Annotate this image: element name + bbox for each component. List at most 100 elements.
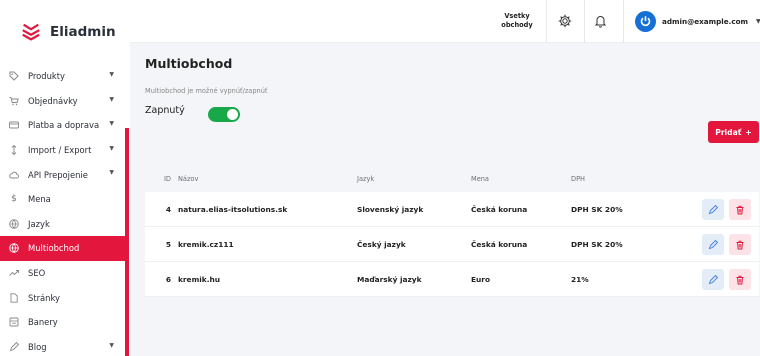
sidebar-item-label: Objednávky xyxy=(28,95,78,106)
cell-lang: Český jazyk xyxy=(357,239,406,249)
topbar-divider xyxy=(623,0,624,43)
sidebar-item-api-prepojenie[interactable]: API Prepojenie ▼ xyxy=(0,162,126,187)
sidebar-item-multiobchod[interactable]: Multiobchod xyxy=(0,236,126,261)
cell-name: kremik.cz111 xyxy=(178,239,234,249)
globe-icon xyxy=(9,219,19,229)
trash-icon xyxy=(736,240,744,249)
add-button-label: Pridať xyxy=(715,127,742,137)
table-row: 5 kremik.cz111 Český jazyk Česká koruna … xyxy=(145,227,759,262)
user-menu[interactable]: admin@example.com ▼ xyxy=(635,11,760,32)
power-icon xyxy=(640,16,651,27)
sidebar-item-produkty[interactable]: Produkty ▼ xyxy=(0,64,126,89)
cell-id: 4 xyxy=(165,204,171,214)
sidebar-scrollbar[interactable] xyxy=(125,128,129,356)
sidebar-item-label: Banery xyxy=(28,317,58,328)
sidebar-item-label: Jazyk xyxy=(28,218,50,229)
chevron-down-icon: ▼ xyxy=(109,120,114,128)
notifications-button[interactable] xyxy=(590,11,610,31)
topbar-divider xyxy=(546,0,547,43)
sidebar-item-jazyk[interactable]: Jazyk xyxy=(0,212,126,237)
sidebar-item-seo[interactable]: SEO xyxy=(0,261,126,286)
toggle-label: Zapnutý xyxy=(145,105,185,116)
col-header-id[interactable]: ID xyxy=(145,166,171,192)
col-header-currency[interactable]: Mena xyxy=(471,166,489,192)
gear-icon xyxy=(558,14,572,28)
trash-icon xyxy=(736,205,744,214)
store-switcher[interactable]: Vsetky obchody xyxy=(493,12,541,30)
store-switcher-line1: Vsetky xyxy=(504,12,530,20)
pen-icon xyxy=(9,341,19,352)
settings-button[interactable] xyxy=(555,11,575,31)
sidebar-item-label: Produkty xyxy=(28,71,65,82)
topbar-divider xyxy=(584,0,585,43)
chevron-down-icon: ▼ xyxy=(109,144,114,152)
cell-name: natura.elias-itsolutions.sk xyxy=(178,204,288,214)
toggle-knob xyxy=(227,109,238,120)
table-row: 4 natura.elias-itsolutions.sk Slovenský … xyxy=(145,192,759,227)
page-icon xyxy=(9,292,19,303)
globe-icon xyxy=(9,243,19,254)
col-header-vat[interactable]: DPH xyxy=(571,166,585,192)
sidebar-item-label: Import / Export xyxy=(28,145,92,156)
chevron-down-icon: ▼ xyxy=(109,169,114,177)
edit-button[interactable] xyxy=(702,199,724,220)
tag-icon xyxy=(9,71,19,82)
cell-vat: DPH SK 20% xyxy=(571,239,623,249)
sidebar-item-label: Platba a doprava xyxy=(28,120,100,131)
toggle-hint: Multiobchod je možné vypnúť/zapnúť xyxy=(145,87,268,95)
sidebar: Eliadmin Produkty ▼ Objednávky ▼ Platba … xyxy=(0,0,130,356)
pencil-icon xyxy=(708,204,718,214)
banner-icon xyxy=(9,317,19,327)
cell-lang: Slovenský jazyk xyxy=(357,204,424,214)
card-icon xyxy=(9,120,19,130)
sidebar-item-label: Multiobchod xyxy=(28,243,80,254)
topbar: Vsetky obchody admin@example.com ▼ xyxy=(130,0,760,43)
col-header-name[interactable]: Názov xyxy=(178,166,198,192)
avatar xyxy=(635,11,656,32)
sidebar-item-mena[interactable]: $ Mena xyxy=(0,187,126,212)
chevron-down-icon: ▼ xyxy=(756,18,760,25)
sidebar-item-import-export[interactable]: Import / Export ▼ xyxy=(0,138,126,163)
sidebar-item-label: SEO xyxy=(28,268,46,279)
cell-name: kremik.hu xyxy=(178,274,221,284)
cell-currency: Česká koruna xyxy=(471,239,528,249)
edit-button[interactable] xyxy=(702,269,724,290)
trash-icon xyxy=(736,275,744,284)
cloud-icon xyxy=(9,170,19,180)
logo-icon xyxy=(22,23,40,41)
plus-icon: + xyxy=(745,127,752,137)
cart-icon xyxy=(9,96,19,106)
chevron-down-icon: ▼ xyxy=(109,341,114,349)
sidebar-item-banery[interactable]: Banery xyxy=(0,310,126,335)
sidebar-nav: Produkty ▼ Objednávky ▼ Platba a doprava… xyxy=(0,64,130,356)
page-title: Multiobchod xyxy=(145,56,233,71)
app-name: Eliadmin xyxy=(50,24,116,40)
delete-button[interactable] xyxy=(729,199,751,220)
cell-currency: Euro xyxy=(471,274,491,284)
user-email: admin@example.com xyxy=(662,17,749,26)
pencil-icon xyxy=(708,274,718,284)
sidebar-item-platba-a-doprava[interactable]: Platba a doprava ▼ xyxy=(0,113,126,138)
sidebar-item-objednavky[interactable]: Objednávky ▼ xyxy=(0,89,126,114)
app-logo[interactable]: Eliadmin xyxy=(0,0,130,64)
col-header-lang[interactable]: Jazyk xyxy=(357,166,374,192)
trend-icon xyxy=(9,268,19,278)
sidebar-item-label: Mena xyxy=(28,194,51,205)
sidebar-item-stranky[interactable]: Stránky xyxy=(0,285,126,310)
table-header: ID Názov Jazyk Mena DPH xyxy=(145,166,759,192)
cell-vat: 21% xyxy=(571,274,589,284)
sidebar-item-label: Blog xyxy=(28,341,47,352)
edit-button[interactable] xyxy=(702,234,724,255)
chevron-down-icon: ▼ xyxy=(109,95,114,103)
add-button[interactable]: Pridať + xyxy=(708,121,759,143)
table-row: 6 kremik.hu Maďarský jazyk Euro 21% xyxy=(145,262,759,297)
delete-button[interactable] xyxy=(729,269,751,290)
bell-icon xyxy=(594,16,606,28)
sidebar-item-blog[interactable]: Blog ▼ xyxy=(0,335,126,356)
chevron-down-icon: ▼ xyxy=(109,71,114,78)
multistore-toggle[interactable] xyxy=(208,107,240,122)
stores-table: ID Názov Jazyk Mena DPH 4 natura.elias-i… xyxy=(145,166,759,297)
cell-currency: Česká koruna xyxy=(471,204,528,214)
delete-button[interactable] xyxy=(729,234,751,255)
store-switcher-line2: obchody xyxy=(501,21,533,29)
